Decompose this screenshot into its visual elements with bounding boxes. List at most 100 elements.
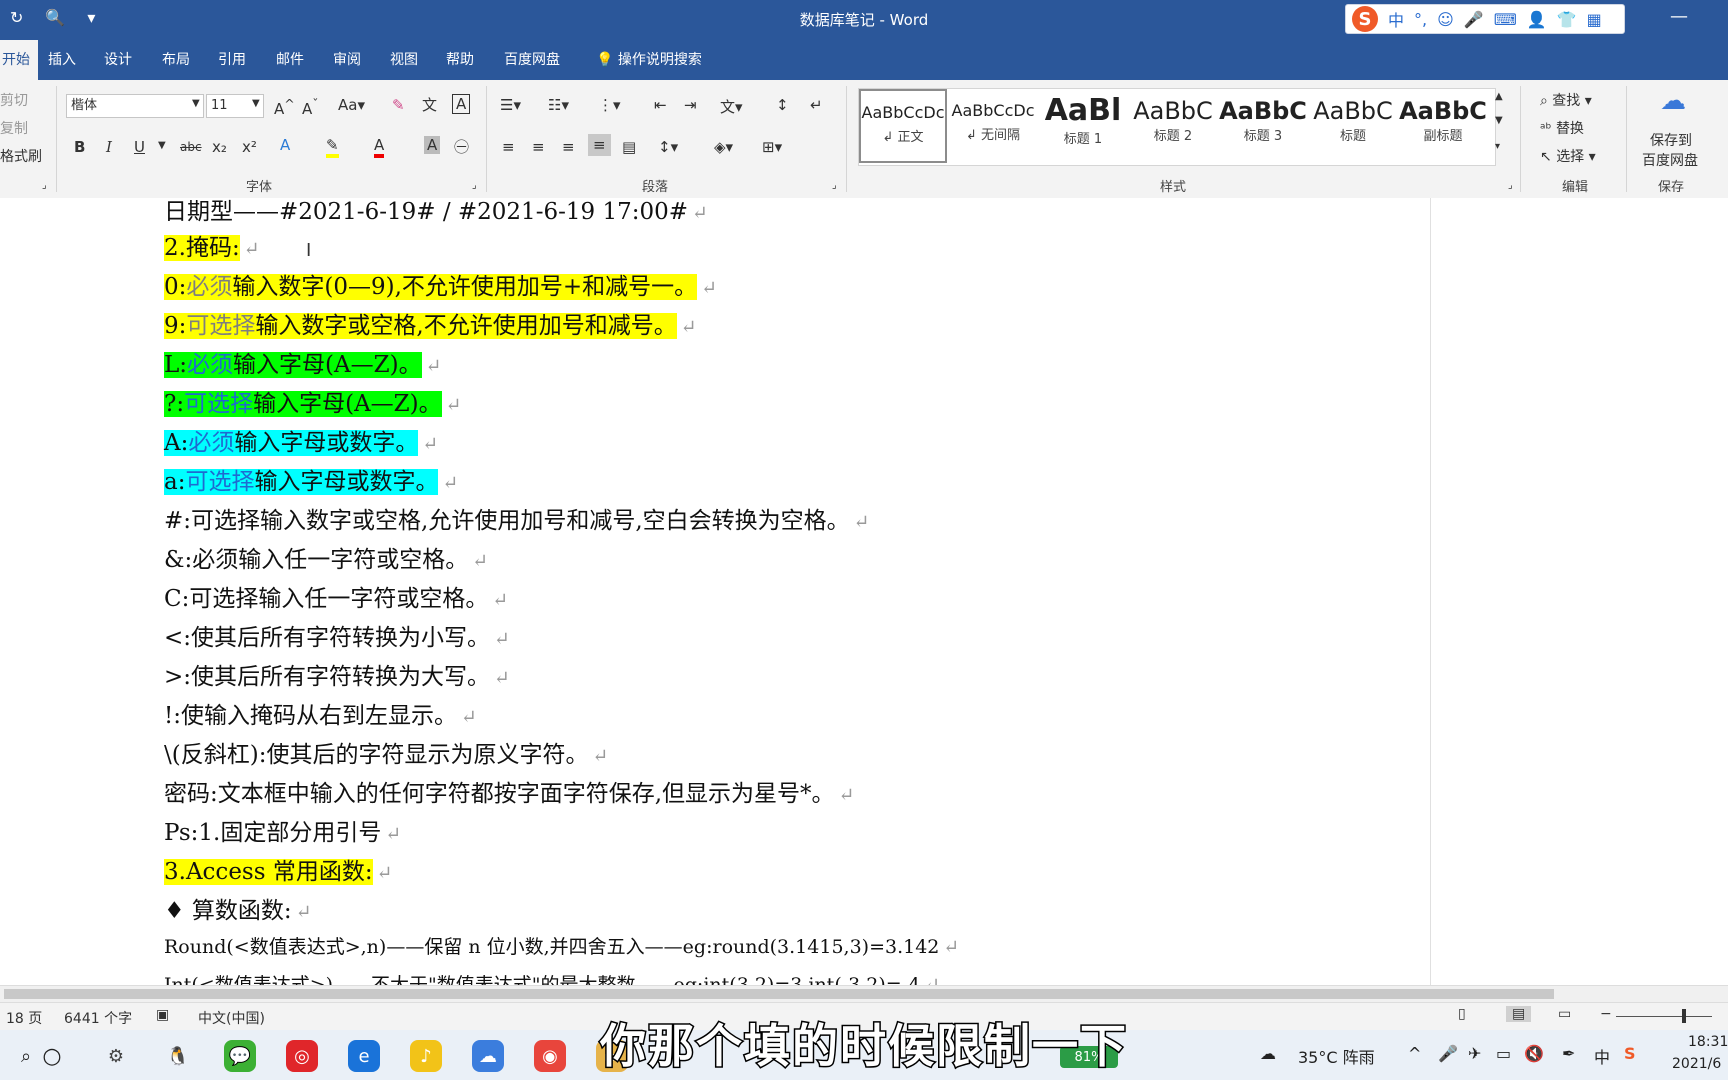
style-normal[interactable]: AaBbCcDc ↲ 正文: [859, 89, 947, 163]
doc-line-mask-lt[interactable]: <:使其后所有字符转换为小写。 ↵: [164, 618, 510, 652]
find-button[interactable]: ⌕ 查找 ▾: [1540, 90, 1592, 110]
ime-toolbar[interactable]: S 中 °, ☺ 🎤 ⌨ 👤 👕 ▦: [1345, 4, 1625, 34]
doc-line-password[interactable]: 密码:文本框中输入的任何字符都按字面字符保存,但显示为星号*。 ↵: [164, 774, 854, 808]
clock-time[interactable]: 18:31: [1688, 1034, 1728, 1050]
settings-icon[interactable]: ⚙: [100, 1040, 132, 1072]
chevron-up-icon[interactable]: ^: [1408, 1044, 1421, 1063]
font-color-icon[interactable]: A: [374, 136, 385, 158]
print-layout-icon[interactable]: ▤: [1506, 1006, 1532, 1022]
doc-line-math-functions[interactable]: ♦ 算数函数: ↵: [164, 891, 312, 925]
sogou-tray-icon[interactable]: S: [1624, 1044, 1636, 1063]
user-icon[interactable]: 👤: [1527, 10, 1547, 29]
more-styles-icon[interactable]: ▾: [1495, 141, 1500, 152]
scroll-down-icon[interactable]: ▼: [1495, 115, 1503, 126]
enclose-char-icon[interactable]: ㊀: [454, 136, 469, 157]
underline-icon[interactable]: U: [134, 138, 145, 156]
tab-layout[interactable]: 布局: [162, 40, 190, 80]
tab-view[interactable]: 视图: [390, 40, 418, 80]
bold-icon[interactable]: B: [74, 138, 85, 156]
grow-font-icon[interactable]: A^: [274, 96, 295, 118]
pen-icon[interactable]: ✒: [1562, 1044, 1575, 1063]
dialog-launcher-icon[interactable]: ⌟: [472, 180, 477, 191]
align-left-icon[interactable]: ≡: [502, 138, 515, 156]
microphone-icon[interactable]: 🎤: [1438, 1044, 1458, 1063]
doc-line-mask-amp[interactable]: &:必须输入任一字符或空格。 ↵: [164, 540, 488, 574]
doc-line-mask-excl[interactable]: !:使输入掩码从右到左显示。 ↵: [164, 696, 477, 730]
doc-line-mask-heading[interactable]: 2.掩码: ↵: [164, 228, 260, 262]
decrease-indent-icon[interactable]: ⇤: [654, 96, 667, 114]
tab-references[interactable]: 引用: [218, 40, 246, 80]
doc-line-date[interactable]: 日期型——#2021-6-19# / #2021-6-19 17:00# ↵: [164, 198, 708, 226]
align-right-icon[interactable]: ≡: [562, 138, 575, 156]
doc-line-ps[interactable]: Ps:1.固定部分用引号 ↵: [164, 813, 401, 847]
replace-button[interactable]: ᵃᵇ 替换: [1540, 118, 1584, 138]
scrollbar-thumb[interactable]: [4, 989, 1554, 999]
baidu-netdisk-icon[interactable]: ☁: [1660, 86, 1686, 116]
doc-line-access-heading[interactable]: 3.Access 常用函数: ↵: [164, 852, 393, 886]
align-center-icon[interactable]: ≡: [532, 138, 545, 156]
edge-icon[interactable]: e: [348, 1040, 380, 1072]
airplane-icon[interactable]: ✈: [1468, 1044, 1481, 1063]
netease-music-icon[interactable]: ◎: [286, 1040, 318, 1072]
doc-line-mask-hash[interactable]: #:可选择输入数字或空格,允许使用加号和减号,空白会转换为空格。 ↵: [164, 501, 870, 535]
style-heading-2[interactable]: AaBbC 标题 2: [1129, 89, 1217, 163]
shrink-font-icon[interactable]: Aˇ: [302, 96, 319, 118]
volume-muted-icon[interactable]: 🔇: [1524, 1044, 1544, 1063]
ime-lang[interactable]: 中: [1388, 7, 1404, 31]
increase-indent-icon[interactable]: ⇥: [684, 96, 697, 114]
format-painter-button[interactable]: 格式刷: [0, 146, 42, 166]
style-subtitle[interactable]: AaBbC 副标题: [1399, 89, 1487, 163]
borders-icon[interactable]: ⊞▾: [762, 138, 782, 156]
char-border-icon[interactable]: A: [452, 94, 471, 114]
shading-icon[interactable]: ◈▾: [714, 138, 733, 156]
zoom-out-icon[interactable]: −: [1600, 1006, 1612, 1022]
line-spacing-icon[interactable]: ↕▾: [658, 138, 678, 156]
font-name-select[interactable]: 楷体: [66, 94, 204, 118]
zoom-slider-thumb[interactable]: [1682, 1009, 1686, 1023]
document-page[interactable]: 日期型——#2021-6-19# / #2021-6-19 17:00# ↵ 2.…: [0, 198, 1430, 985]
numbering-icon[interactable]: ☷▾: [548, 96, 569, 114]
sort-icon[interactable]: ↕: [776, 96, 789, 114]
chinese-layout-icon[interactable]: 文▾: [720, 96, 743, 117]
dialog-launcher-icon[interactable]: ⌟: [42, 180, 47, 191]
strikethrough-icon[interactable]: abc: [180, 140, 202, 154]
proofing-icon[interactable]: ▣: [156, 1007, 169, 1023]
style-title[interactable]: AaBbC 标题: [1309, 89, 1397, 163]
subscript-icon[interactable]: x₂: [212, 138, 227, 156]
tab-mailings[interactable]: 邮件: [276, 40, 304, 80]
bullets-icon[interactable]: ☰▾: [500, 96, 521, 114]
select-button[interactable]: ↖ 选择 ▾: [1540, 146, 1596, 166]
baidu-netdisk-taskbar-icon[interactable]: ☁: [472, 1040, 504, 1072]
doc-line-mask-backslash[interactable]: \(反斜杠):使其后的字符显示为原义字符。 ↵: [164, 735, 608, 769]
save-to-netdisk-label1[interactable]: 保存到: [1650, 130, 1692, 150]
multilevel-list-icon[interactable]: ⋮▾: [598, 96, 621, 114]
tab-review[interactable]: 审阅: [333, 40, 361, 80]
web-layout-icon[interactable]: ▭: [1558, 1006, 1571, 1022]
cut-button[interactable]: 剪切: [0, 90, 28, 110]
superscript-icon[interactable]: x²: [242, 138, 257, 156]
qq-icon[interactable]: 🐧: [162, 1040, 194, 1072]
doc-line-mask-9[interactable]: 9:可选择输入数字或空格,不允许使用加号和减号。 ↵: [164, 306, 697, 340]
skin-icon[interactable]: 👕: [1557, 10, 1577, 29]
italic-icon[interactable]: I: [106, 138, 112, 156]
distributed-icon[interactable]: ▤: [622, 138, 636, 156]
music-app-icon[interactable]: ♪: [410, 1040, 442, 1072]
zoom-slider[interactable]: [1616, 1016, 1712, 1017]
chrome-icon[interactable]: ◉: [534, 1040, 566, 1072]
page-count[interactable]: 18 页: [6, 1008, 42, 1028]
weather-text[interactable]: 35°C 阵雨: [1298, 1044, 1375, 1068]
doc-line-mask-C[interactable]: C:可选择输入任一字符或空格。 ↵: [164, 579, 508, 613]
wechat-icon[interactable]: 💬: [224, 1040, 256, 1072]
dialog-launcher-icon[interactable]: ⌟: [832, 180, 837, 191]
text-effects-icon[interactable]: A: [280, 136, 290, 154]
read-mode-icon[interactable]: ▯: [1458, 1006, 1466, 1022]
language-status[interactable]: 中文(中国): [198, 1008, 265, 1028]
doc-line-mask-0[interactable]: 0:必须输入数字(0—9),不允许使用加号+和减号一。 ↵: [164, 267, 717, 301]
tab-baidu-netdisk[interactable]: 百度网盘: [504, 40, 560, 80]
tab-home[interactable]: 开始: [0, 40, 38, 80]
change-case-icon[interactable]: Aa▾: [338, 96, 365, 114]
doc-line-mask-L[interactable]: L:必须输入字母(A—Z)。 ↵: [164, 345, 442, 379]
save-to-netdisk-label2[interactable]: 百度网盘: [1642, 150, 1698, 170]
justify-icon[interactable]: ≡: [588, 134, 611, 156]
horizontal-scrollbar[interactable]: [0, 985, 1728, 1003]
